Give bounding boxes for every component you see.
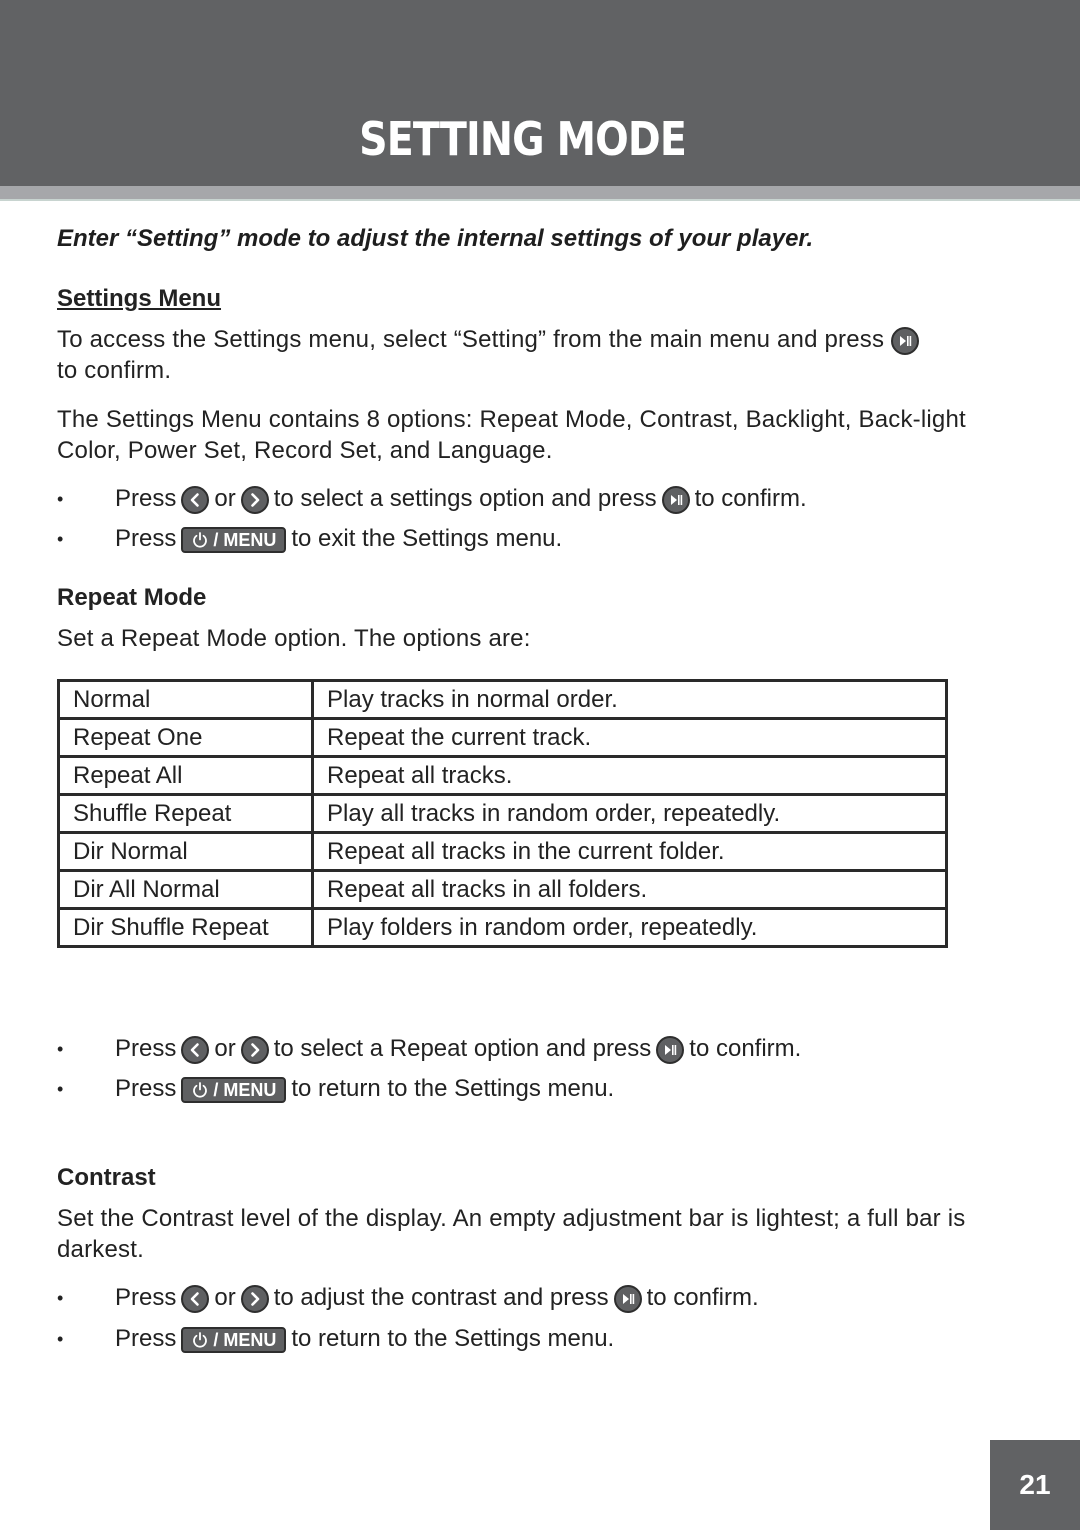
play-pause-icon <box>891 326 920 355</box>
table-row: Repeat One Repeat the current track. <box>57 717 948 758</box>
left-arrow-icon <box>181 1035 210 1064</box>
option-name-cell: Shuffle Repeat <box>57 793 314 834</box>
option-description-cell: Play folders in random order, repeatedly… <box>311 907 948 948</box>
option-name-cell: Normal <box>57 679 314 720</box>
power-menu-button-icon: / MENU <box>181 526 287 553</box>
bullet-text: to confirm. <box>646 1284 759 1311</box>
bullet-dot: • <box>57 1079 64 1099</box>
contrast-para: Set the Contrast level of the display. A… <box>57 1205 966 1263</box>
bullet-text: to return to the Settings menu. <box>291 1075 615 1102</box>
bullet-text: to select a settings option and press <box>273 485 657 512</box>
page-title: SETTING MODE <box>359 112 687 166</box>
settings-bullet-1: • Press or to select a settings option a… <box>57 484 807 514</box>
bullet-text: Press <box>115 1035 177 1062</box>
option-description-cell: Play all tracks in random order, repeate… <box>311 793 948 834</box>
bullet-text: to return to the Settings menu. <box>291 1325 615 1352</box>
menu-label: / MENU <box>213 529 277 550</box>
power-icon <box>191 1081 209 1099</box>
option-description-cell: Play tracks in normal order. <box>311 679 948 720</box>
contrast-bullet-2: • Press / MENU to return to the Settings… <box>57 1324 614 1354</box>
power-menu-button-icon: / MENU <box>181 1326 287 1353</box>
right-arrow-icon <box>240 1284 269 1313</box>
bullet-dot: • <box>57 529 64 549</box>
bullet-text: to select a Repeat option and press <box>273 1035 652 1062</box>
bullet-dot: • <box>57 1039 64 1059</box>
option-description-cell: Repeat the current track. <box>311 717 948 758</box>
power-icon <box>191 1331 209 1349</box>
right-arrow-icon <box>240 1035 269 1064</box>
option-name-cell: Repeat All <box>57 755 314 796</box>
table-row: Shuffle Repeat Play all tracks in random … <box>57 793 948 834</box>
menu-label: / MENU <box>213 1329 277 1350</box>
menu-label: / MENU <box>213 1079 277 1100</box>
table-row: Dir All Normal Repeat all tracks in all f… <box>57 869 948 910</box>
para1-text-b: to confirm. <box>57 357 172 384</box>
table-row: Dir Normal Repeat all tracks in the curre… <box>57 831 948 872</box>
power-icon <box>191 531 209 549</box>
right-arrow-icon <box>240 485 269 514</box>
bullet-text: Press <box>115 525 177 552</box>
intro-text: Enter “Setting” mode to adjust the inter… <box>57 225 814 252</box>
settings-menu-para2: The Settings Menu contains 8 options: Re… <box>57 406 966 464</box>
left-arrow-icon <box>181 1284 210 1313</box>
bullet-text: to adjust the contrast and press <box>273 1284 609 1311</box>
option-name-cell: Dir Shuffle Repeat <box>57 907 314 948</box>
bullet-text: to exit the Settings menu. <box>291 525 563 552</box>
bullet-text: to confirm. <box>694 485 807 512</box>
play-pause-icon <box>613 1284 642 1313</box>
table-row: Repeat All Repeat all tracks. <box>57 755 948 796</box>
bullet-dot: • <box>57 1329 64 1349</box>
play-pause-icon <box>656 1035 685 1064</box>
header-strip <box>0 186 1080 201</box>
bullet-text: Press <box>115 1284 177 1311</box>
repeat-mode-heading: Repeat Mode <box>57 584 207 611</box>
repeat-options-table: Normal Play tracks in normal order. Repeat… <box>57 679 948 948</box>
settings-menu-heading: Settings Menu <box>57 285 222 312</box>
repeat-mode-para: Set a Repeat Mode option. The options ar… <box>57 625 531 652</box>
option-description-cell: Repeat all tracks in all folders. <box>311 869 948 910</box>
bullet-text: or <box>214 1035 236 1062</box>
bullet-text: to confirm. <box>689 1035 802 1062</box>
power-menu-button-icon: / MENU <box>181 1076 287 1103</box>
option-name-cell: Dir All Normal <box>57 869 314 910</box>
settings-bullet-2: • Press / MENU to exit the Settings menu… <box>57 524 562 554</box>
bullet-dot: • <box>57 1288 64 1308</box>
bullet-text: or <box>214 485 236 512</box>
option-description-cell: Repeat all tracks in the current folder. <box>311 831 948 872</box>
table-row: Normal Play tracks in normal order. <box>57 679 948 720</box>
option-description-cell: Repeat all tracks. <box>311 755 948 796</box>
repeat-bullet-1: • Press or to select a Repeat option and… <box>57 1034 801 1064</box>
repeat-bullet-2: • Press / MENU to return to the Settings… <box>57 1074 614 1104</box>
bullet-text: Press <box>115 485 177 512</box>
page-number: 21 <box>990 1440 1080 1530</box>
play-pause-icon <box>661 485 690 514</box>
bullet-text: Press <box>115 1325 177 1352</box>
left-arrow-icon <box>181 485 210 514</box>
bullet-dot: • <box>57 489 64 509</box>
option-name-cell: Repeat One <box>57 717 314 758</box>
option-name-cell: Dir Normal <box>57 831 314 872</box>
bullet-text: Press <box>115 1075 177 1102</box>
table-row: Dir Shuffle Repeat Play folders in random… <box>57 907 948 948</box>
settings-menu-para1: To access the Settings menu, select “Set… <box>57 324 997 386</box>
bullet-text: or <box>214 1284 236 1311</box>
contrast-heading: Contrast <box>57 1164 156 1191</box>
para1-text-a: To access the Settings menu, select “Set… <box>57 326 885 353</box>
contrast-bullet-1: • Press or to adjust the contrast and pr… <box>57 1283 759 1313</box>
